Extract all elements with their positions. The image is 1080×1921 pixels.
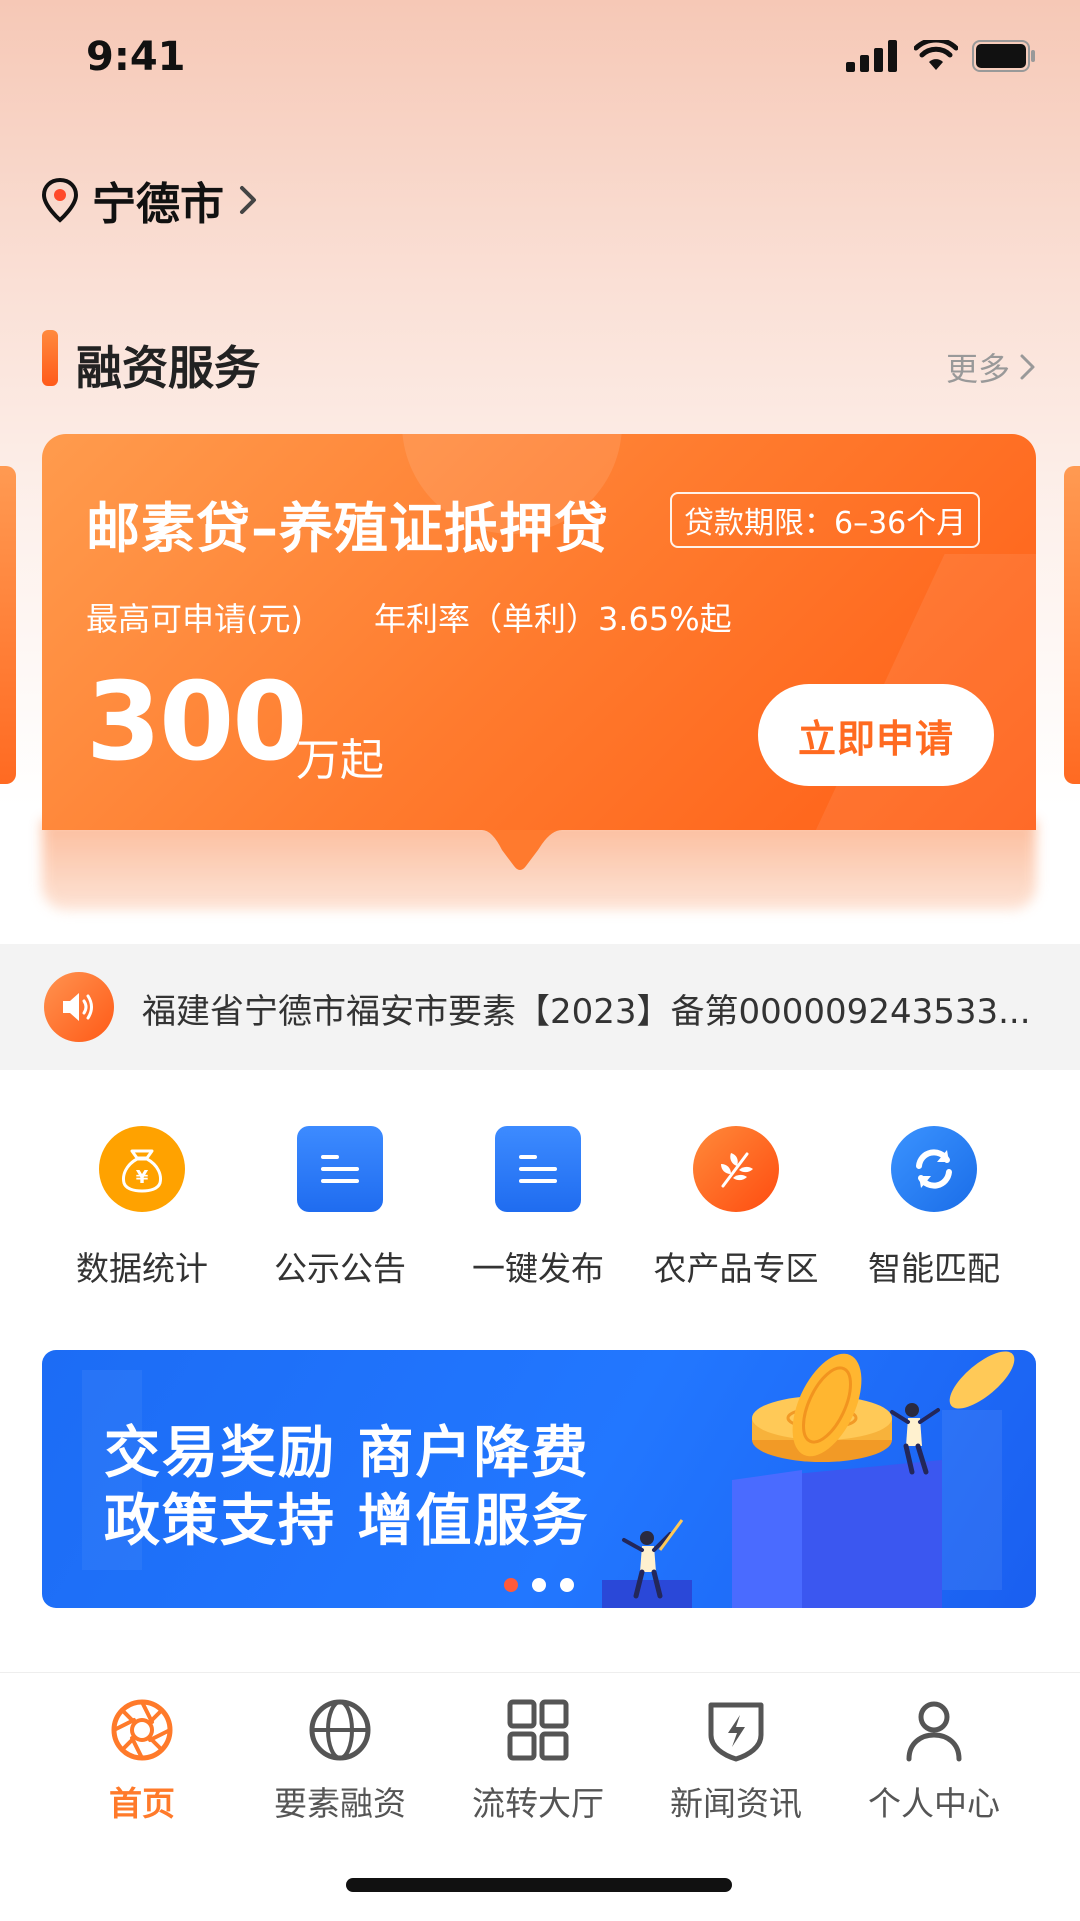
document-icon	[297, 1126, 383, 1212]
section-title: 融资服务	[76, 341, 260, 395]
location-pin-icon	[41, 177, 79, 223]
loan-product-card[interactable]: 邮素贷–养殖证抵押贷 贷款期限：6–36个月 最高可申请(元) 年利率（单利）3…	[42, 434, 1036, 830]
quick-action-data-statistics[interactable]: ¥ 数据统计	[43, 1126, 241, 1296]
more-link[interactable]: 更多	[946, 344, 1038, 390]
section-accent-bar	[42, 330, 58, 386]
speaker-icon	[44, 972, 114, 1042]
money-bag-icon: ¥	[99, 1126, 185, 1212]
tab-profile[interactable]: 个人中心	[835, 1673, 1033, 1853]
next-card-peek[interactable]	[1064, 466, 1080, 784]
prev-card-peek[interactable]	[0, 466, 16, 784]
quick-action-label: 一键发布	[472, 1249, 604, 1288]
grid-icon	[507, 1699, 569, 1761]
chevron-right-icon	[1020, 354, 1035, 380]
quick-action-smart-match[interactable]: 智能匹配	[835, 1126, 1033, 1296]
carousel-dot[interactable]	[504, 1578, 518, 1592]
tab-label: 个人中心	[868, 1784, 1000, 1823]
home-indicator[interactable]	[346, 1878, 732, 1892]
status-icons	[846, 40, 1036, 72]
card-pointer-notch	[42, 830, 1036, 870]
city-name: 宁德市	[92, 179, 224, 230]
loan-amount: 300	[86, 660, 307, 785]
leaf-icon	[693, 1126, 779, 1212]
carousel-dot[interactable]	[560, 1578, 574, 1592]
announcement-text: 福建省宁德市福安市要素【2023】备第000009243533...	[142, 992, 1031, 1032]
location-selector[interactable]: 宁德市	[40, 168, 262, 232]
shield-bolt-icon	[708, 1702, 764, 1762]
chevron-right-icon	[240, 186, 256, 214]
quick-action-label: 数据统计	[76, 1249, 208, 1288]
status-time: 9:41	[86, 34, 186, 80]
announcement-bar[interactable]: 福建省宁德市福安市要素【2023】备第000009243533...	[0, 944, 1080, 1070]
quick-action-label: 智能匹配	[868, 1249, 1000, 1288]
promo-banner[interactable]: 交易奖励 商户降费 政策支持 增值服务	[42, 1350, 1036, 1608]
apply-now-button[interactable]: 立即申请	[758, 684, 994, 786]
person-icon	[906, 1701, 962, 1762]
status-bar: 9:41	[0, 0, 1080, 120]
tab-news[interactable]: 新闻资讯	[637, 1673, 835, 1853]
max-amount-label: 最高可申请(元)	[86, 600, 303, 638]
refresh-icon	[891, 1126, 977, 1212]
tab-home[interactable]: 首页	[43, 1673, 241, 1853]
aperture-icon	[111, 1699, 173, 1761]
tab-label: 流转大厅	[472, 1784, 604, 1823]
banner-headline-2: 政策支持 增值服务	[104, 1489, 590, 1554]
tab-element-financing[interactable]: 要素融资	[241, 1673, 439, 1853]
quick-actions: ¥ 数据统计 公示公告 一键发布 农产品专区 智能匹配	[0, 1126, 1080, 1296]
loan-amount-unit: 万起	[296, 735, 384, 786]
more-label: 更多	[945, 350, 1010, 388]
svg-text:¥: ¥	[136, 1167, 149, 1188]
cellular-signal-icon	[846, 40, 897, 72]
tab-transfer-hall[interactable]: 流转大厅	[439, 1673, 637, 1853]
quick-action-announcements[interactable]: 公示公告	[241, 1126, 439, 1296]
tab-label: 要素融资	[274, 1784, 406, 1823]
interest-rate-label: 年利率（单利）3.65%起	[374, 600, 732, 638]
quick-action-one-click-publish[interactable]: 一键发布	[439, 1126, 637, 1296]
battery-icon	[972, 40, 1035, 72]
tab-label: 新闻资讯	[670, 1784, 802, 1823]
product-name: 邮素贷–养殖证抵押贷	[86, 497, 609, 560]
quick-action-label: 农产品专区	[653, 1249, 819, 1288]
carousel-indicator	[504, 1578, 574, 1592]
wifi-icon	[914, 40, 958, 70]
term-badge: 贷款期限：6–36个月	[670, 492, 981, 548]
tab-label: 首页	[109, 1784, 175, 1823]
globe-icon	[309, 1699, 371, 1761]
carousel-dot[interactable]	[532, 1578, 546, 1592]
document-icon	[495, 1126, 581, 1212]
financing-section-header: 融资服务 更多	[42, 330, 1038, 395]
quick-action-agri-products[interactable]: 农产品专区	[637, 1126, 835, 1296]
quick-action-label: 公示公告	[274, 1249, 406, 1288]
